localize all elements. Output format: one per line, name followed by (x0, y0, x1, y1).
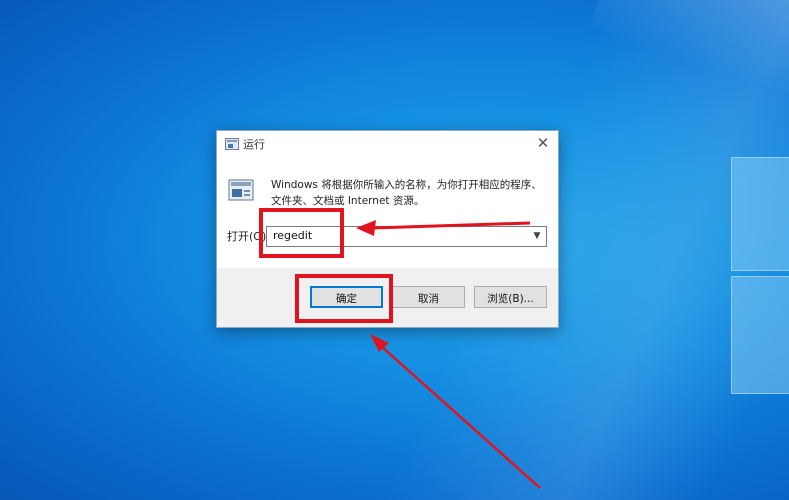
annotation-arrowhead-input (356, 220, 376, 236)
annotation-arrow-ok (380, 345, 541, 489)
annotation-arrows (356, 220, 541, 489)
annotation-arrow-input (371, 221, 531, 230)
